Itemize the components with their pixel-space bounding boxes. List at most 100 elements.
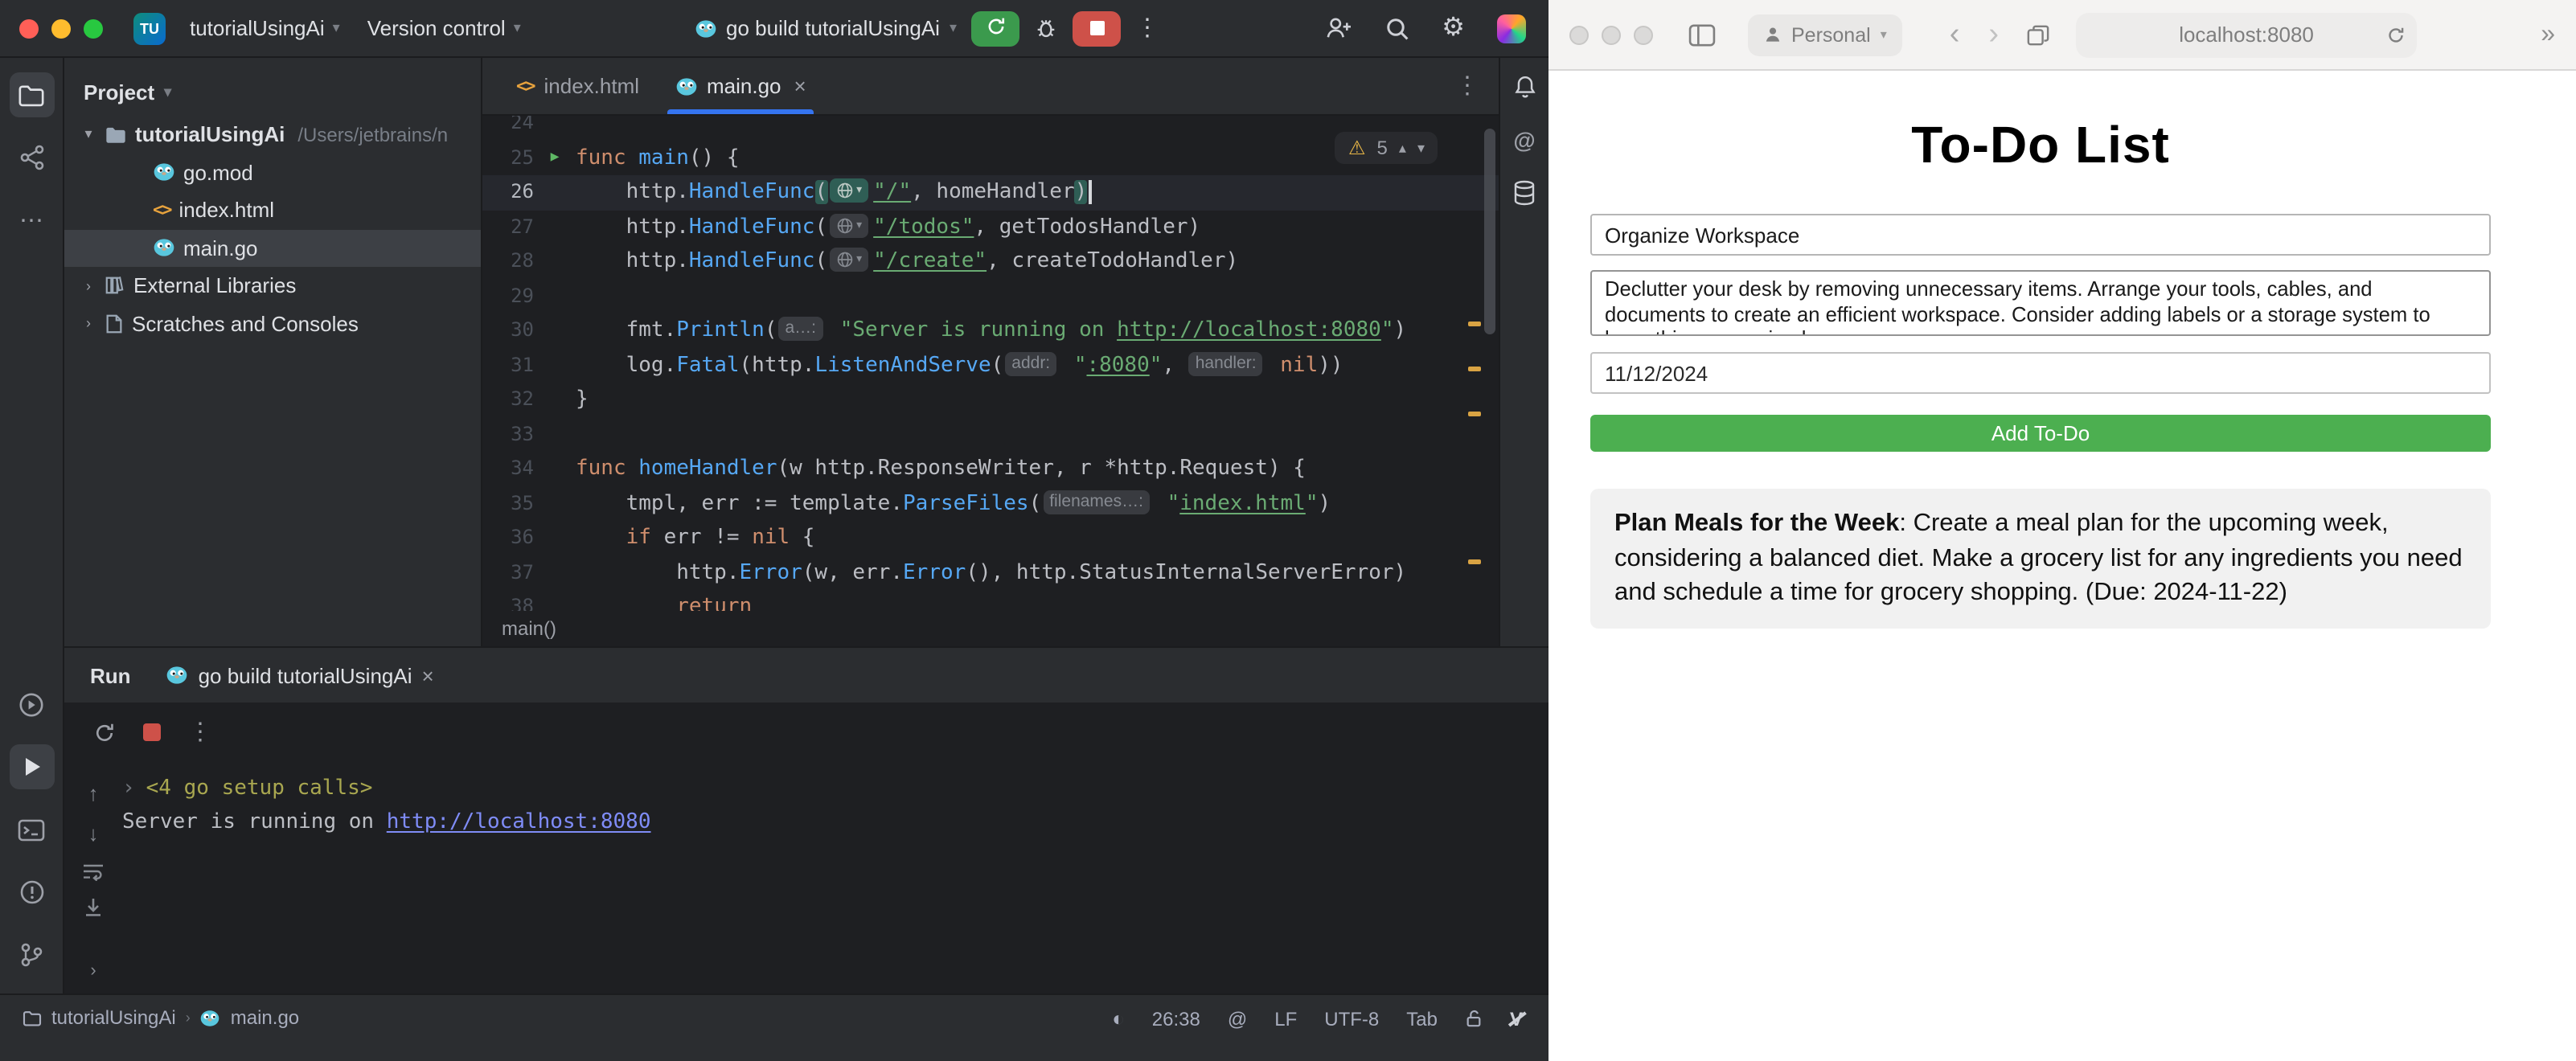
project-tool-button[interactable] [9, 72, 54, 117]
console-link[interactable]: http://localhost:8080 [387, 810, 651, 834]
back-button[interactable]: ‹ [1942, 19, 1968, 50]
expand-gutter-icon[interactable]: › [90, 961, 96, 981]
status-project-name[interactable]: tutorialUsingAi [51, 1006, 176, 1029]
at-icon[interactable]: @ [1228, 1007, 1247, 1030]
down-stack-icon[interactable]: ↓ [88, 821, 99, 846]
warning-stripe-mark[interactable] [1468, 367, 1481, 371]
refresh-icon[interactable] [2386, 25, 2406, 44]
tree-item-maingo[interactable]: main.go [64, 229, 481, 267]
page-overview-icon[interactable] [2026, 23, 2050, 46]
code-line[interactable]: 32} [482, 383, 1499, 417]
unlocked-icon[interactable] [1465, 1008, 1483, 1029]
run-config-selector[interactable]: go build tutorialUsingAi ▾ [694, 16, 957, 40]
indent-style[interactable]: Tab [1406, 1007, 1438, 1030]
ai-assistant-icon[interactable] [1497, 14, 1526, 43]
run-tool-button[interactable] [9, 744, 54, 789]
close-tab-icon[interactable]: × [422, 663, 434, 687]
run-gutter-icon[interactable]: ▶ [551, 141, 560, 175]
rerun-button[interactable] [971, 10, 1019, 46]
debug-icon[interactable] [1034, 16, 1058, 40]
warning-stripe-mark[interactable] [1468, 559, 1481, 564]
parameter-hint[interactable]: handler: [1189, 351, 1263, 375]
code-line[interactable]: 27 http.HandleFunc(▾"/todos", getTodosHa… [482, 210, 1499, 244]
tree-root-row[interactable]: ▾ tutorialUsingAi /Users/jetbrains/n [64, 116, 481, 154]
search-icon[interactable] [1384, 15, 1409, 41]
code-line[interactable]: 35 tmpl, err := template.ParseFiles(file… [482, 486, 1499, 521]
more-actions-icon[interactable]: ⋮ [1135, 16, 1159, 40]
minimize-window-button[interactable] [1602, 25, 1621, 44]
console-output[interactable]: ›<4 go setup calls>Server is running on … [122, 762, 1548, 993]
tree-item-gomod[interactable]: go.mod [64, 154, 481, 191]
address-bar[interactable]: localhost:8080 [2076, 12, 2417, 57]
services-tool-button[interactable] [9, 682, 54, 727]
tab-group-selector[interactable]: Personal ▾ [1748, 14, 1903, 55]
previous-problem-icon[interactable]: ▴ [1399, 139, 1406, 157]
project-panel-header[interactable]: Project ▾ [64, 68, 481, 116]
close-tab-icon[interactable]: × [794, 74, 806, 98]
database-icon[interactable] [1513, 180, 1536, 206]
task-title-input[interactable] [1590, 214, 2491, 256]
tab-options-icon[interactable]: ⋮ [1455, 74, 1499, 98]
code-line[interactable]: 26 http.HandleFunc(▾"/", homeHandler) [482, 175, 1499, 210]
parameter-hint[interactable]: addr: [1005, 351, 1056, 375]
tree-item-indexhtml[interactable]: <> index.html [64, 191, 481, 229]
close-window-button[interactable] [19, 18, 39, 38]
line-separator[interactable]: LF [1274, 1007, 1297, 1030]
tree-item-external-libraries[interactable]: › External Libraries [64, 267, 481, 305]
run-tab[interactable]: go build tutorialUsingAi × [166, 663, 434, 687]
soft-wrap-icon[interactable] [82, 862, 105, 881]
breadcrumb-function[interactable]: main() [502, 617, 556, 640]
close-window-button[interactable] [1569, 25, 1589, 44]
endpoint-globe-icon[interactable]: ▾ [829, 178, 868, 203]
task-description-textarea[interactable]: Declutter your desk by removing unnecess… [1590, 270, 2491, 336]
due-date-input[interactable] [1590, 352, 2491, 394]
breadcrumbs[interactable]: main() [482, 611, 1499, 646]
ai-mentions-icon[interactable]: @ [1513, 127, 1535, 153]
toolbar-overflow-icon[interactable]: » [2541, 20, 2555, 49]
add-todo-button[interactable]: Add To-Do [1590, 415, 2491, 452]
zoom-window-button[interactable] [84, 18, 103, 38]
zoom-window-button[interactable] [1634, 25, 1653, 44]
forward-button[interactable]: › [1980, 19, 2007, 50]
endpoint-globe-icon[interactable]: ▾ [829, 213, 868, 237]
code-line[interactable]: 34func homeHandler(w http.ResponseWriter… [482, 452, 1499, 486]
file-encoding[interactable]: UTF-8 [1324, 1007, 1379, 1030]
console-options-icon[interactable]: ⋮ [188, 720, 212, 744]
settings-gear-icon[interactable]: ⚙ [1442, 15, 1465, 41]
warning-stripe-mark[interactable] [1468, 322, 1481, 326]
endpoint-globe-icon[interactable]: ▾ [829, 248, 868, 272]
code-line[interactable]: 33 [482, 417, 1499, 452]
more-tool-windows-icon[interactable]: ⋯ [9, 198, 54, 243]
tab-index-html[interactable]: <> index.html [498, 58, 657, 114]
next-problem-icon[interactable]: ▾ [1417, 139, 1425, 157]
problems-tool-button[interactable] [9, 870, 54, 915]
code-editor[interactable]: 2425▶func main() {26 http.HandleFunc(▾"/… [482, 116, 1499, 611]
code-line[interactable]: 29 [482, 279, 1499, 313]
tree-item-scratches[interactable]: › Scratches and Consoles [64, 305, 481, 342]
code-line[interactable]: 36 if err != nil { [482, 521, 1499, 555]
sidebar-toggle-icon[interactable] [1688, 23, 1716, 46]
notifications-bell-icon[interactable] [1512, 74, 1536, 100]
warning-stripe-mark[interactable] [1468, 412, 1481, 416]
status-file-name[interactable]: main.go [231, 1006, 299, 1029]
tab-main-go[interactable]: main.go × [657, 58, 824, 114]
rerun-icon[interactable] [93, 721, 116, 744]
theme-contrast-icon[interactable]: ◐ [1112, 1006, 1125, 1030]
git-branch-icon[interactable] [9, 932, 54, 977]
code-with-me-icon[interactable] [1324, 16, 1352, 40]
editor-scrollbar[interactable] [1484, 129, 1495, 334]
stop-button[interactable] [1073, 10, 1121, 46]
minimize-window-button[interactable] [51, 18, 71, 38]
ideavim-icon[interactable]: V [1510, 1007, 1523, 1030]
parameter-hint[interactable]: filenames…: [1043, 490, 1150, 514]
code-line[interactable]: 30 fmt.Println(a…: "Server is running on… [482, 313, 1499, 348]
code-line[interactable]: 38 return [482, 590, 1499, 611]
code-line[interactable]: 31 log.Fatal(http.ListenAndServe(addr: "… [482, 348, 1499, 383]
vcs-menu[interactable]: Version control ▾ [359, 11, 529, 45]
code-line[interactable]: 28 http.HandleFunc(▾"/create", createTod… [482, 244, 1499, 279]
terminal-tool-button[interactable] [9, 807, 54, 852]
up-stack-icon[interactable]: ↑ [88, 781, 99, 805]
scroll-to-end-icon[interactable] [84, 897, 103, 918]
cursor-position[interactable]: 26:38 [1152, 1007, 1200, 1030]
parameter-hint[interactable]: a…: [779, 317, 823, 341]
